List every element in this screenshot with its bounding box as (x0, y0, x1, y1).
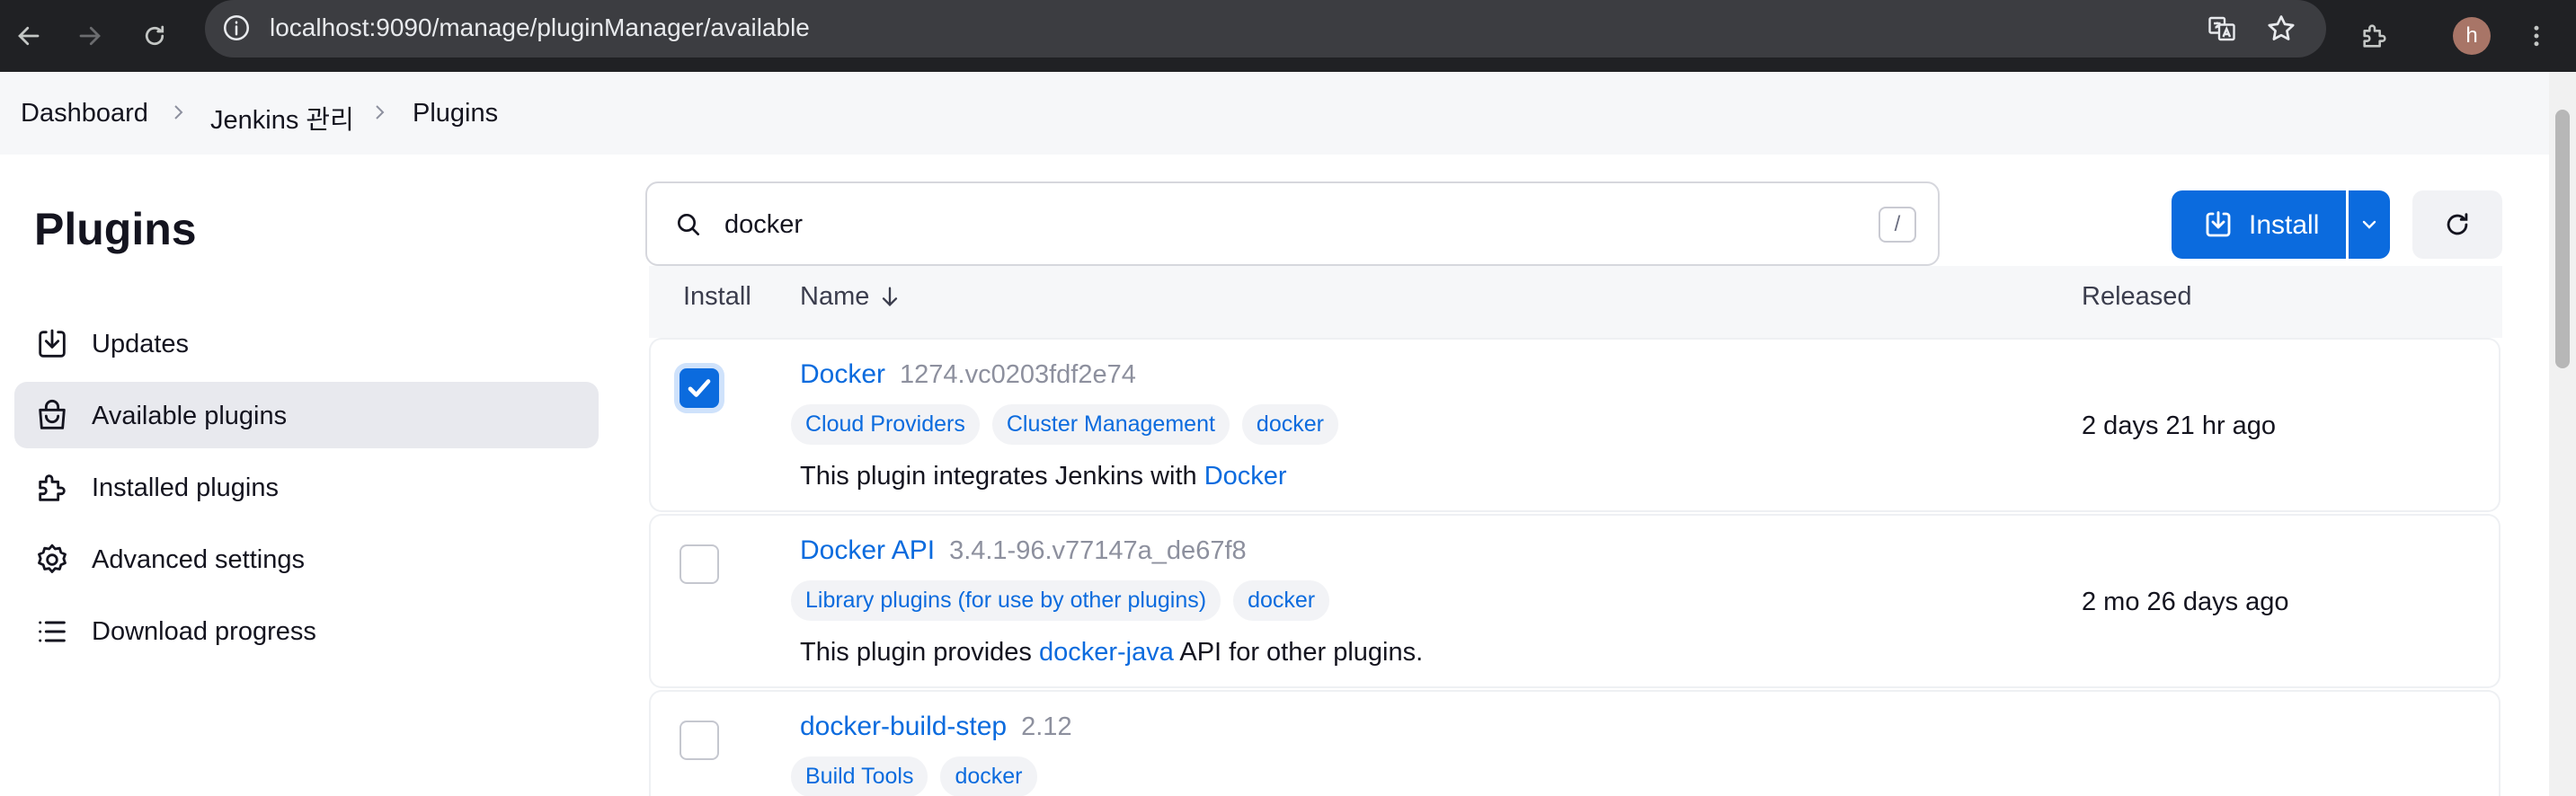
download-icon (39, 329, 66, 358)
chevron-right-icon (369, 102, 390, 128)
arrow-left-icon (18, 26, 40, 46)
back-button[interactable] (0, 7, 58, 65)
install-button-label: Install (2249, 210, 2320, 240)
tag[interactable]: docker (1241, 404, 1338, 445)
url-text: localhost:9090/manage/pluginManager/avai… (270, 13, 810, 41)
shopping-bag-icon (39, 399, 66, 429)
list-icon (39, 621, 66, 642)
sidebar-item-available-plugins[interactable]: Available plugins (14, 382, 599, 448)
description-link[interactable]: docker-java (1039, 638, 1174, 667)
chevron-right-icon (167, 102, 189, 128)
breadcrumb-plugins[interactable]: Plugins (413, 99, 498, 128)
plugin-tags: Build Tools docker (791, 756, 1037, 796)
install-options-button[interactable] (2349, 190, 2390, 259)
puzzle-icon (2363, 24, 2386, 48)
arrow-right-icon (79, 26, 101, 46)
extensions-button[interactable] (2346, 7, 2403, 65)
download-icon (2206, 211, 2231, 237)
sidebar-item-label: Advanced settings (92, 545, 305, 574)
plugin-version: 1274.vc0203fdf2e74 (900, 360, 1136, 389)
plugin-version: 3.4.1-96.v77147a_de67f8 (949, 536, 1247, 565)
install-checkbox[interactable] (680, 544, 719, 584)
column-header-install: Install (683, 282, 751, 311)
search-shortcut-key: / (1879, 207, 1916, 243)
scrollbar-thumb[interactable] (2555, 110, 2570, 368)
search-icon (678, 214, 699, 235)
browser-toolbar: localhost:9090/manage/pluginManager/avai… (0, 0, 2576, 72)
table-row: Docker API 3.4.1-96.v77147a_de67f8 Librar… (651, 516, 2499, 686)
plugin-version: 2.12 (1021, 712, 1072, 741)
sidebar-item-download-progress[interactable]: Download progress (14, 597, 599, 664)
plugin-description: This plugin provides docker-java API for… (800, 638, 1424, 667)
refresh-icon (2447, 213, 2468, 235)
table-row: Docker 1274.vc0203fdf2e74 Cloud Providers… (651, 340, 2499, 510)
address-bar[interactable]: localhost:9090/manage/pluginManager/avai… (205, 0, 2326, 57)
sidebar-item-installed-plugins[interactable]: Installed plugins (14, 454, 599, 520)
plugin-tags: Cloud Providers Cluster Management docke… (791, 404, 1338, 445)
tag[interactable]: docker (1233, 580, 1330, 621)
plugin-tags: Library plugins (for use by other plugin… (791, 580, 1330, 621)
search-input[interactable] (724, 205, 1803, 244)
tag[interactable]: Cloud Providers (791, 404, 980, 445)
install-button[interactable]: Install (2172, 190, 2346, 259)
site-info-icon[interactable] (221, 13, 252, 48)
browser-menu-button[interactable] (2508, 7, 2565, 65)
table-row: docker-build-step 2.12 Build Tools docker (651, 692, 2499, 796)
plugin-name-link[interactable]: Docker 1274.vc0203fdf2e74 (800, 359, 1136, 390)
sidebar-item-label: Available plugins (92, 402, 288, 430)
table-header: Install Name Released (649, 266, 2502, 338)
gear-icon (38, 544, 67, 573)
column-header-name[interactable]: Name (800, 282, 869, 312)
translate-icon[interactable] (2206, 13, 2238, 49)
reload-button[interactable] (126, 7, 183, 65)
column-header-released[interactable]: Released (2082, 282, 2192, 312)
avatar: h (2453, 17, 2491, 55)
tag[interactable]: Build Tools (791, 756, 928, 796)
check-now-button[interactable] (2412, 190, 2502, 259)
arrow-down-icon[interactable] (877, 284, 902, 309)
tag[interactable]: Cluster Management (991, 404, 1230, 445)
plugin-name-link[interactable]: docker-build-step 2.12 (800, 712, 1072, 742)
plugin-search[interactable]: / (645, 181, 1940, 266)
kebab-menu-icon (2534, 25, 2539, 47)
sidebar-item-label: Installed plugins (92, 473, 279, 502)
sidebar-item-updates[interactable]: Updates (14, 310, 599, 376)
sidebar-item-advanced-settings[interactable]: Advanced settings (14, 526, 599, 592)
description-link[interactable]: Docker (1204, 462, 1287, 491)
page-title: Plugins (34, 204, 197, 254)
forward-button[interactable] (61, 7, 119, 65)
breadcrumb: Dashboard Jenkins 관리 Plugins (0, 72, 2549, 155)
profile-button[interactable]: h (2443, 7, 2500, 65)
tag[interactable]: docker (940, 756, 1037, 796)
bookmark-star-icon[interactable] (2265, 13, 2297, 49)
release-date: 2 mo 26 days ago (2082, 588, 2289, 616)
breadcrumb-dashboard[interactable]: Dashboard (21, 99, 148, 128)
plugin-name-link[interactable]: Docker API 3.4.1-96.v77147a_de67f8 (800, 535, 1247, 566)
checkmark-icon (688, 379, 711, 397)
sidebar-item-label: Download progress (92, 617, 316, 646)
release-date: 2 days 21 hr ago (2082, 411, 2277, 440)
reload-icon (145, 25, 164, 46)
install-checkbox[interactable] (680, 721, 719, 760)
breadcrumb-jenkins-manage[interactable]: Jenkins 관리 (210, 99, 354, 137)
tag[interactable]: Library plugins (for use by other plugin… (791, 580, 1221, 621)
sidebar-item-label: Updates (92, 330, 190, 358)
chevron-down-icon (2362, 220, 2376, 229)
plugin-description: This plugin integrates Jenkins with Dock… (800, 462, 1287, 491)
install-checkbox[interactable] (680, 368, 719, 408)
puzzle-icon (39, 474, 66, 501)
